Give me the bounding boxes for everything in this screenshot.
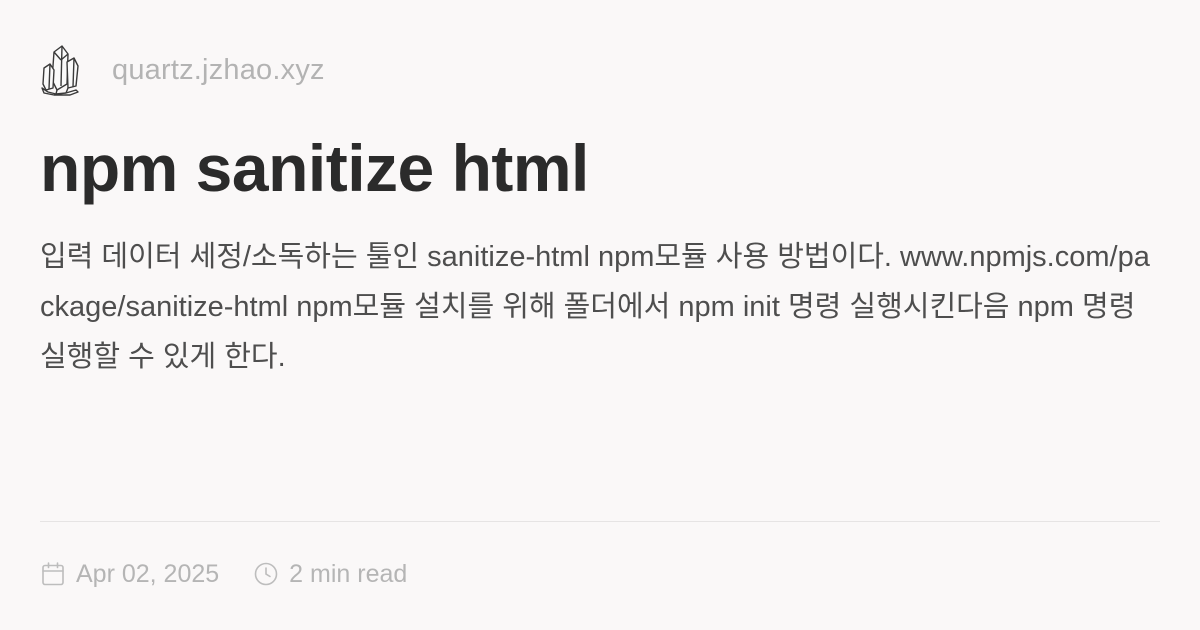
page-description: 입력 데이터 세정/소독하는 툴인 sanitize-html npm모듈 사용… [40, 241, 1150, 373]
site-header: quartz.jzhao.xyz [40, 40, 325, 100]
date-meta: Apr 02, 2025 [40, 560, 219, 589]
clock-icon [253, 561, 279, 587]
reading-time: 2 min read [289, 559, 408, 588]
site-name[interactable]: quartz.jzhao.xyz [112, 54, 325, 87]
divider [40, 521, 1160, 522]
calendar-icon [40, 561, 66, 587]
publish-date: Apr 02, 2025 [76, 559, 220, 588]
page-title: npm sanitize html [40, 131, 589, 205]
crystal-icon [40, 40, 96, 100]
reading-time-meta: 2 min read [253, 560, 407, 589]
og-card: quartz.jzhao.xyz npm sanitize html 입력 데이… [0, 0, 1200, 630]
meta-row: Apr 02, 2025 2 min read [40, 552, 407, 596]
